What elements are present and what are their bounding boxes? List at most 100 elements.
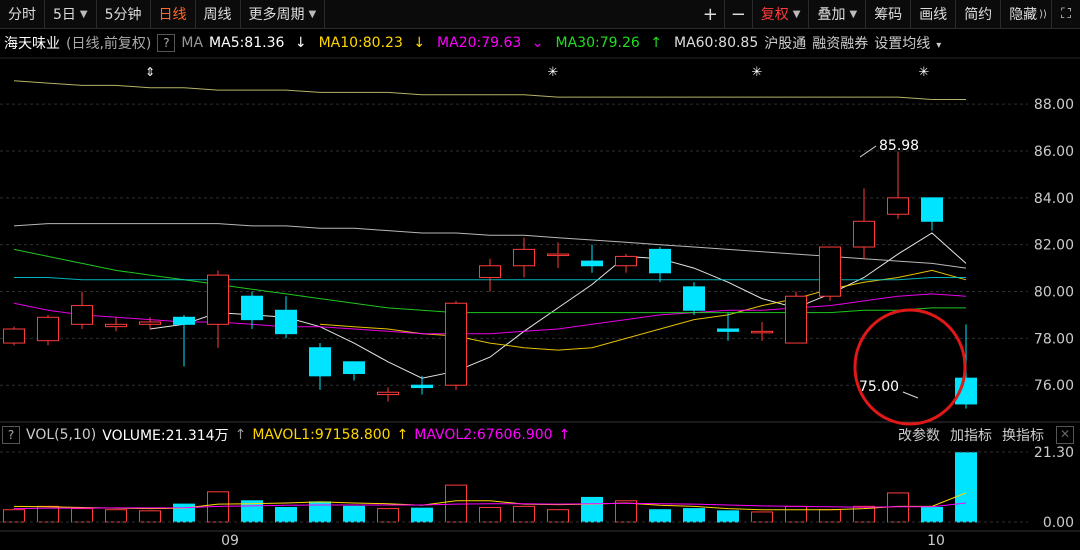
arrow-up-icon: ↑ — [558, 427, 571, 443]
x-label-10: 10 — [927, 533, 945, 549]
candle — [887, 151, 909, 219]
volume-bar — [819, 509, 841, 523]
event-marker-icon[interactable]: ✳ — [548, 65, 559, 80]
highlight-circle — [853, 308, 967, 426]
price-tick-label: 82.00 — [1034, 238, 1074, 254]
candle — [581, 244, 603, 273]
candle — [921, 197, 943, 231]
candle-body — [105, 323, 127, 328]
event-marker-icon[interactable]: ⇕ — [145, 65, 155, 79]
volume-bar — [751, 511, 773, 523]
volume-bar — [649, 509, 671, 523]
candle — [309, 343, 331, 390]
candle — [649, 247, 671, 283]
candle — [3, 326, 25, 346]
vol-value: VOLUME:21.314万 — [102, 428, 229, 444]
event-markers: ⇕ ✳ ✳ ✳ — [145, 65, 930, 80]
volume-bar — [921, 506, 943, 523]
high-annotation: 85.98 — [859, 138, 919, 158]
candle — [411, 375, 433, 395]
arrow-up-icon: ↑ — [396, 427, 409, 443]
volume-bar — [513, 505, 535, 523]
candle — [343, 361, 365, 381]
event-marker-icon[interactable]: ✳ — [752, 65, 763, 80]
switch-indicator-button[interactable]: 换指标 — [1002, 425, 1044, 445]
candle — [37, 314, 59, 346]
arrow-up-icon: ↑ — [234, 427, 247, 443]
mavol2-value: MAVOL2:67606.900 — [414, 427, 553, 443]
add-indicator-button[interactable]: 加指标 — [950, 425, 992, 445]
candle-body — [241, 295, 263, 321]
candle-body — [819, 246, 841, 297]
volume-bar — [955, 452, 977, 523]
candle-body — [921, 197, 943, 222]
candle-body — [479, 265, 501, 278]
low-pointer — [902, 391, 919, 399]
volume-bar — [71, 508, 93, 523]
close-icon[interactable]: ✕ — [1056, 426, 1074, 444]
volume-bar — [785, 505, 807, 523]
vol-help-icon[interactable]: ? — [2, 426, 20, 444]
candle — [717, 312, 739, 341]
candle-body — [887, 197, 909, 215]
vol-label: VOL(5,10) — [26, 427, 97, 443]
candle-body — [649, 248, 671, 274]
event-marker-icon[interactable]: ✳ — [919, 65, 930, 80]
candle-body — [207, 274, 229, 325]
candle — [445, 300, 467, 390]
candle-body — [615, 255, 637, 267]
volume-bar — [275, 506, 297, 523]
price-tick-label: 84.00 — [1034, 191, 1074, 207]
candle-body — [37, 316, 59, 342]
volume-bar — [887, 492, 909, 523]
candle-body — [683, 286, 705, 311]
candle-body — [275, 309, 297, 335]
volume-bar — [343, 505, 365, 523]
candle — [615, 254, 637, 273]
volume-bar — [139, 510, 161, 523]
candle-body — [547, 253, 569, 257]
candle — [853, 188, 875, 259]
volume-bar — [581, 496, 603, 523]
candle-body — [343, 361, 365, 374]
x-label-09: 09 — [221, 533, 239, 549]
candle-body — [751, 330, 773, 334]
price-grid — [0, 57, 1080, 423]
candle-body — [139, 321, 161, 325]
price-axis: 88.00 86.00 84.00 82.00 80.00 78.00 76.00 — [1034, 97, 1074, 394]
candle-body — [411, 384, 433, 389]
ma-line-ref — [13, 80, 966, 100]
high-pointer — [859, 145, 877, 158]
volume-bar — [105, 509, 127, 523]
volume-bar — [377, 508, 399, 523]
mavol1-value: MAVOL1:97158.800 — [252, 427, 391, 443]
price-tick-label: 88.00 — [1034, 97, 1074, 113]
low-annotation: 75.00 — [859, 379, 919, 399]
candle-body — [309, 347, 331, 377]
volume-bar — [683, 508, 705, 523]
volume-bar — [411, 507, 433, 523]
candle — [683, 282, 705, 315]
volume-bars — [3, 452, 977, 523]
candle-body — [717, 328, 739, 332]
candle-body — [71, 305, 93, 325]
candle-body — [3, 328, 25, 344]
volume-bar — [717, 510, 739, 523]
price-tick-label: 86.00 — [1034, 144, 1074, 160]
high-value: 85.98 — [879, 138, 919, 154]
candle — [71, 291, 93, 329]
price-tick-label: 76.00 — [1034, 378, 1074, 394]
candle-body — [445, 302, 467, 386]
edit-params-button[interactable]: 改参数 — [898, 425, 940, 445]
candle-body — [377, 391, 399, 396]
candle-body — [513, 248, 535, 267]
candle — [547, 242, 569, 269]
candle — [377, 387, 399, 402]
volume-bar — [479, 506, 501, 523]
volume-bar — [3, 509, 25, 523]
kline-chart[interactable]: 21.30 0.00 88.00 86.00 84.00 82.00 80.00 78.00… — [0, 0, 1080, 550]
volume-grid: 21.30 0.00 — [0, 445, 1074, 531]
ma-lines — [13, 80, 967, 379]
candle-body — [581, 260, 603, 267]
candle-body — [173, 316, 195, 325]
